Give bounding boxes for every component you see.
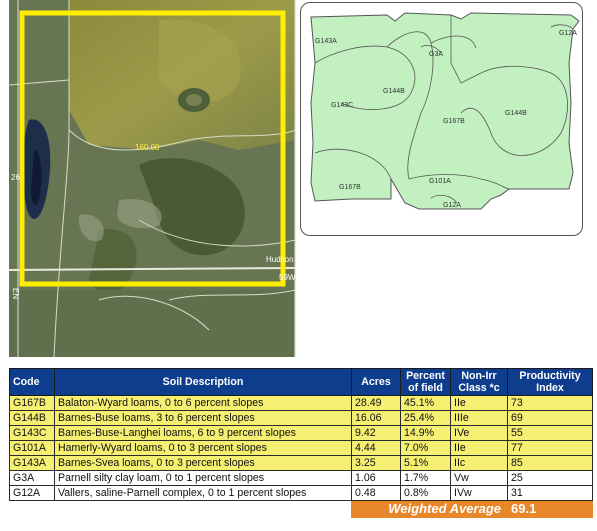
table-header-row: Code Soil Description Acres Percent of fi…	[9, 368, 593, 396]
cell-percent: 14.9%	[400, 425, 451, 441]
cell-class: IIc	[450, 455, 508, 471]
weighted-average-value: 69.1	[507, 500, 593, 518]
cell-percent: 25.4%	[400, 410, 451, 426]
soil-label: G167B	[443, 118, 465, 125]
cell-class: IVe	[450, 425, 508, 441]
cell-class: IVw	[450, 485, 508, 501]
cell-description: Barnes-Buse loams, 3 to 6 percent slopes	[54, 410, 352, 426]
soil-label: G12A	[559, 30, 577, 37]
soil-label: G143A	[315, 38, 337, 45]
cell-percent: 0.8%	[400, 485, 451, 501]
cell-index: 69	[507, 410, 593, 426]
weighted-average-label: Weighted Average	[351, 500, 508, 518]
cell-index: 31	[507, 485, 593, 501]
cell-code: G12A	[9, 485, 55, 501]
cell-description: Barnes-Svea loams, 0 to 3 percent slopes	[54, 455, 352, 471]
table-row: G3A Parnell silty clay loam, 0 to 1 perc…	[9, 470, 593, 486]
cell-index: 77	[507, 440, 593, 456]
soil-table: Code Soil Description Acres Percent of fi…	[9, 368, 593, 518]
header-code: Code	[9, 368, 55, 396]
cell-percent: 7.0%	[400, 440, 451, 456]
cell-acres: 4.44	[351, 440, 401, 456]
field-area-label: 160.00	[135, 143, 160, 152]
table-row: G12A Vallers, saline-Parnell complex, 0 …	[9, 485, 593, 501]
cell-code: G167B	[9, 395, 55, 411]
cell-percent: 5.1%	[400, 455, 451, 471]
soil-label: G101A	[429, 178, 451, 185]
table-row: G167B Balaton-Wyard loams, 0 to 6 percen…	[9, 395, 593, 411]
cell-code: G143A	[9, 455, 55, 471]
cell-description: Hamerly-Wyard loams, 0 to 3 percent slop…	[54, 440, 352, 456]
soil-label: G167B	[339, 184, 361, 191]
cell-percent: 1.7%	[400, 470, 451, 486]
cell-code: G3A	[9, 470, 55, 486]
cell-acres: 16.06	[351, 410, 401, 426]
cell-class: IIIe	[450, 410, 508, 426]
cell-percent: 45.1%	[400, 395, 451, 411]
cell-index: 73	[507, 395, 593, 411]
cell-acres: 9.42	[351, 425, 401, 441]
table-row: G101A Hamerly-Wyard loams, 0 to 3 percen…	[9, 440, 593, 456]
cell-acres: 1.06	[351, 470, 401, 486]
weighted-average-row: Weighted Average 69.1	[9, 500, 593, 518]
aerial-photo: 160.00 Hudson EN 26 59W	[9, 0, 296, 357]
edge-label-2: 26	[11, 173, 20, 182]
header-acres: Acres	[351, 368, 401, 396]
soil-label: G144B	[383, 88, 405, 95]
soil-label: G143C	[331, 102, 353, 109]
cell-code: G143C	[9, 425, 55, 441]
soil-label: G12A	[443, 202, 461, 209]
cell-code: G144B	[9, 410, 55, 426]
edge-label-1: EN	[11, 288, 20, 299]
cell-index: 85	[507, 455, 593, 471]
cell-class: IIe	[450, 440, 508, 456]
table-row: G143A Barnes-Svea loams, 0 to 3 percent …	[9, 455, 593, 471]
table-row: G144B Barnes-Buse loams, 3 to 6 percent …	[9, 410, 593, 426]
soil-label: G3A	[429, 51, 443, 58]
cell-description: Balaton-Wyard loams, 0 to 6 percent slop…	[54, 395, 352, 411]
header-description: Soil Description	[54, 368, 352, 396]
header-percent: Percent of field	[400, 368, 451, 396]
edge-label-3: 59W	[279, 273, 296, 282]
cell-index: 25	[507, 470, 593, 486]
cell-class: Vw	[450, 470, 508, 486]
cell-acres: 0.48	[351, 485, 401, 501]
cell-acres: 28.49	[351, 395, 401, 411]
cell-acres: 3.25	[351, 455, 401, 471]
cell-description: Parnell silty clay loam, 0 to 1 percent …	[54, 470, 352, 486]
header-productivity-index: Productivity Index	[507, 368, 593, 396]
soil-label: G144B	[505, 110, 527, 117]
table-row: G143C Barnes-Buse-Langhei loams, 6 to 9 …	[9, 425, 593, 441]
soil-map: G143A G3A G12A G144B G143C G167B G144B G…	[300, 2, 583, 236]
cell-class: IIe	[450, 395, 508, 411]
cell-index: 55	[507, 425, 593, 441]
header-class: Non-Irr Class *c	[450, 368, 508, 396]
cell-code: G101A	[9, 440, 55, 456]
corner-label: Hudson	[266, 255, 294, 264]
cell-description: Vallers, saline-Parnell complex, 0 to 1 …	[54, 485, 352, 501]
cell-description: Barnes-Buse-Langhei loams, 6 to 9 percen…	[54, 425, 352, 441]
